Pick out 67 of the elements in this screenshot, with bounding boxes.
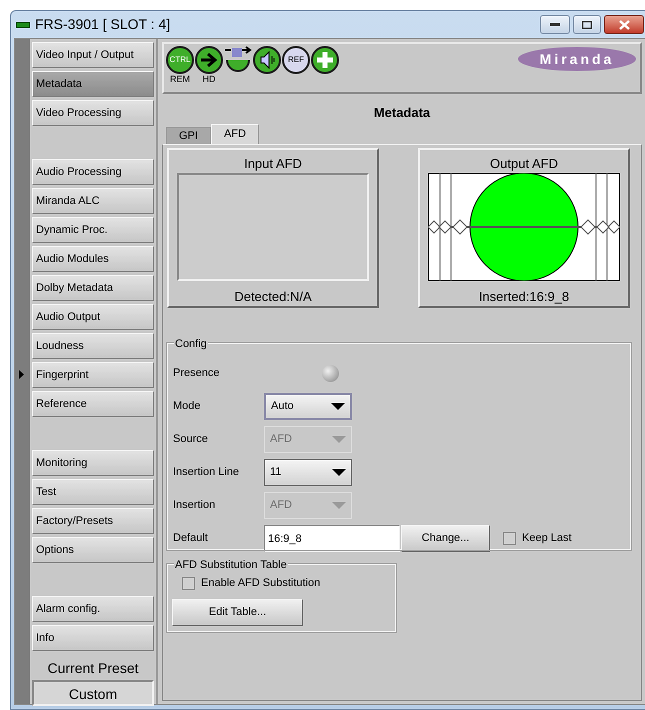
- ref-status-icon[interactable]: REF: [282, 46, 310, 74]
- audio-status-icon[interactable]: [253, 46, 281, 74]
- sidebar-item[interactable]: Audio Processing: [32, 159, 154, 185]
- dropdown-value: AFD: [270, 432, 292, 448]
- field-label: Source: [173, 432, 209, 448]
- sidebar-item[interactable]: Info: [32, 625, 154, 651]
- sidebar-item[interactable]: Dolby Metadata: [32, 275, 154, 301]
- maximize-button[interactable]: [573, 15, 601, 34]
- icon-caption: REM: [170, 74, 190, 84]
- maximize-icon: [582, 20, 592, 28]
- afd-status: Detected:N/A: [234, 288, 312, 306]
- tab[interactable]: AFD: [210, 124, 259, 144]
- caret-icon: [332, 468, 346, 476]
- edit-table-button[interactable]: Edit Table...: [172, 599, 303, 626]
- sidebar-item[interactable]: Audio Modules: [32, 246, 154, 272]
- field-label: Mode: [173, 399, 202, 414]
- caret-icon: [331, 402, 345, 410]
- afd-status: Inserted:16:9_8: [478, 288, 570, 306]
- field-label: Default: [173, 531, 209, 546]
- sidebar-item[interactable]: Reference: [32, 391, 154, 417]
- window-title: FRS-3901 [ SLOT : 4]: [35, 15, 170, 34]
- sidebar-item[interactable]: Alarm config.: [32, 596, 154, 622]
- field-label: Insertion: [173, 498, 216, 514]
- group-title: Config: [174, 336, 208, 352]
- sidebar-item[interactable]: Audio Output: [32, 304, 154, 330]
- checkbox-label: Enable AFD Substitution: [201, 576, 320, 591]
- sidebar-item[interactable]: Metadata: [32, 71, 154, 97]
- dropdown[interactable]: Auto: [264, 393, 352, 420]
- preset-label: Current Preset: [46, 659, 140, 678]
- sidebar-item[interactable]: Video Processing: [32, 100, 154, 126]
- field-label: Insertion Line: [173, 465, 240, 480]
- sidebar-item[interactable]: Miranda ALC: [32, 188, 154, 214]
- sidebar-item[interactable]: Factory/Presets: [32, 508, 154, 534]
- checkbox-label: Keep Last: [522, 531, 572, 546]
- window-icon: [16, 22, 30, 28]
- panel-title: Metadata: [372, 104, 432, 121]
- sidebar-item[interactable]: Fingerprint: [32, 362, 154, 388]
- arrow-status-icon[interactable]: [195, 46, 223, 74]
- dropdown[interactable]: 11: [264, 459, 352, 486]
- panel-heading: Input AFD: [244, 155, 302, 171]
- sidebar-item[interactable]: Options: [32, 537, 154, 563]
- sidebar-item[interactable]: Monitoring: [32, 450, 154, 476]
- minimize-button[interactable]: [540, 15, 570, 34]
- sidebar-item[interactable]: Loudness: [32, 333, 154, 359]
- caret-icon: [332, 502, 346, 510]
- dropdown-value: 11: [270, 465, 282, 480]
- logo: Miranda: [518, 47, 636, 71]
- sidebar-item[interactable]: Video Input / Output: [32, 42, 154, 68]
- sidebar-item[interactable]: Test: [32, 479, 154, 505]
- close-button[interactable]: [604, 15, 644, 34]
- dropdown-value: AFD: [270, 498, 292, 514]
- dropdown-value: Auto: [271, 399, 294, 414]
- checkbox[interactable]: [182, 576, 195, 590]
- text-field[interactable]: 16:9_8: [264, 525, 400, 552]
- minimize-icon: [550, 22, 560, 26]
- close-icon: [618, 20, 630, 30]
- icon-caption: HD: [202, 74, 216, 84]
- panel-heading: Output AFD: [490, 155, 558, 171]
- input-status-icon[interactable]: [224, 46, 252, 74]
- preset-value: Custom: [32, 680, 154, 706]
- checkbox[interactable]: [503, 532, 516, 545]
- field-label: Presence: [173, 366, 220, 382]
- sidebar-item[interactable]: Dynamic Proc.: [32, 217, 154, 243]
- caret-icon: [332, 436, 346, 444]
- plus-status-icon[interactable]: [311, 46, 339, 74]
- tab[interactable]: GPI: [166, 127, 211, 144]
- change-button[interactable]: Change...: [401, 525, 490, 552]
